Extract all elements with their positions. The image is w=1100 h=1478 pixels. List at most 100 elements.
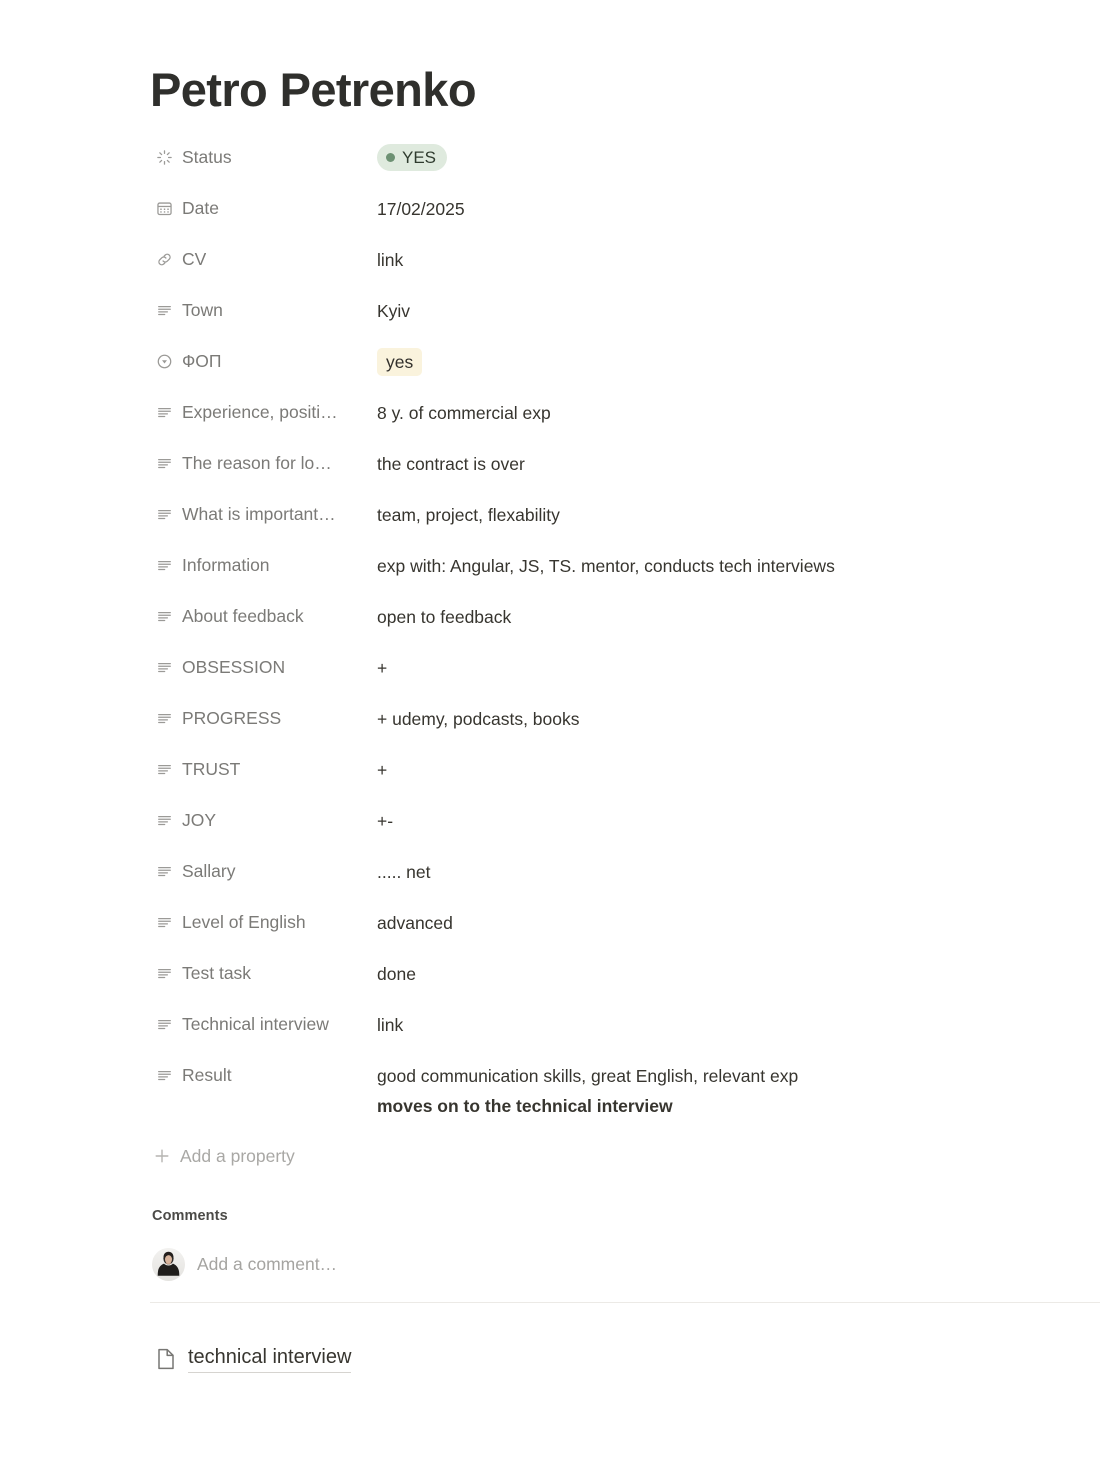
property-value-cell[interactable]: link — [377, 1010, 1050, 1039]
property-label-cell[interactable]: CV — [150, 245, 377, 273]
property-label-cell[interactable]: Sallary — [150, 857, 377, 885]
property-value-cell[interactable]: + udemy, podcasts, books — [377, 704, 1050, 733]
property-value-text: open to feedback — [377, 607, 512, 627]
add-property-button[interactable]: Add a property — [152, 1141, 295, 1171]
plus-icon — [152, 1146, 172, 1166]
property-label-cell[interactable]: Information — [150, 551, 377, 579]
notion-page: Petro Petrenko Status YES Date 17/02/2025 … — [0, 0, 1100, 1478]
property-value-cell[interactable]: ..... net — [377, 857, 1050, 886]
property-name: Status — [182, 147, 232, 167]
property-value-cell[interactable]: + — [377, 755, 1050, 784]
property-label-cell[interactable]: PROGRESS — [150, 704, 377, 732]
text-lines-icon — [155, 505, 173, 523]
property-value-cell[interactable]: Kyiv — [377, 296, 1050, 325]
property-value-cell[interactable]: advanced — [377, 908, 1050, 937]
property-row: Sallary ..... net — [150, 857, 1050, 890]
property-value-text: exp with: Angular, JS, TS. mentor, condu… — [377, 556, 835, 576]
property-value-cell[interactable]: team, project, flexability — [377, 500, 1050, 529]
avatar — [152, 1248, 185, 1281]
property-name: CV — [182, 249, 207, 269]
page-title[interactable]: Petro Petrenko — [150, 62, 477, 117]
comments-heading: Comments — [152, 1208, 228, 1224]
property-row: Date 17/02/2025 — [150, 194, 1050, 227]
text-lines-icon — [155, 1066, 173, 1084]
property-value-cell[interactable]: done — [377, 959, 1050, 988]
text-lines-icon — [155, 913, 173, 931]
property-label-cell[interactable]: Test task — [150, 959, 377, 987]
property-name: Level of English — [182, 912, 306, 932]
property-row: Result good communication skills, great E… — [150, 1061, 1050, 1120]
property-label-cell[interactable]: JOY — [150, 806, 377, 834]
section-divider — [150, 1302, 1100, 1303]
property-name: About feedback — [182, 606, 304, 626]
property-value-multiline: good communication skills, great English… — [377, 1062, 798, 1120]
property-value-cell[interactable]: 8 y. of commercial exp — [377, 398, 1050, 427]
property-row: The reason for lo… the contract is over — [150, 449, 1050, 482]
page-link-technical-interview[interactable]: technical interview — [154, 1345, 352, 1373]
status-badge: YES — [377, 144, 448, 171]
property-label-cell[interactable]: About feedback — [150, 602, 377, 630]
property-name: What is important… — [182, 504, 336, 524]
page-link-label: technical interview — [188, 1345, 352, 1373]
property-value-cell[interactable]: exp with: Angular, JS, TS. mentor, condu… — [377, 551, 1050, 580]
property-row: Information exp with: Angular, JS, TS. me… — [150, 551, 1050, 584]
property-label-cell[interactable]: ФОП — [150, 347, 377, 375]
property-name: Sallary — [182, 861, 236, 881]
property-label-cell[interactable]: Level of English — [150, 908, 377, 936]
property-label-cell[interactable]: Date — [150, 194, 377, 222]
property-value-cell[interactable]: link — [377, 245, 1050, 274]
text-lines-icon — [155, 862, 173, 880]
text-lines-icon — [155, 403, 173, 421]
property-name: ФОП — [182, 351, 222, 371]
select-tag: yes — [377, 348, 423, 376]
text-lines-icon — [155, 301, 173, 319]
property-row: ФОП yes — [150, 347, 1050, 380]
text-lines-icon — [155, 658, 173, 676]
property-row: CV link — [150, 245, 1050, 278]
property-row: About feedback open to feedback — [150, 602, 1050, 635]
property-row: TRUST + — [150, 755, 1050, 788]
property-value-cell[interactable]: 17/02/2025 — [377, 194, 1050, 223]
property-label-cell[interactable]: OBSESSION — [150, 653, 377, 681]
property-value-cell[interactable]: +- — [377, 806, 1050, 835]
property-value-text: ..... net — [377, 862, 431, 882]
property-value-text: link — [377, 1015, 404, 1035]
property-value-cell[interactable]: + — [377, 653, 1050, 682]
property-value-cell[interactable]: the contract is over — [377, 449, 1050, 478]
calendar-icon — [155, 199, 173, 217]
property-value-cell[interactable]: YES — [377, 143, 1050, 171]
comment-composer[interactable]: Add a comment… — [152, 1248, 337, 1281]
property-name: Information — [182, 555, 270, 575]
property-row: Level of English advanced — [150, 908, 1050, 941]
property-label-cell[interactable]: Status — [150, 143, 377, 171]
property-name: JOY — [182, 810, 217, 830]
comment-input-placeholder[interactable]: Add a comment… — [197, 1254, 337, 1275]
property-label-cell[interactable]: Town — [150, 296, 377, 324]
property-label-cell[interactable]: Result — [150, 1061, 377, 1089]
property-label-cell[interactable]: Experience, positi… — [150, 398, 377, 426]
property-value-cell[interactable]: yes — [377, 347, 1050, 376]
property-name: The reason for lo… — [182, 453, 332, 473]
property-value-text: team, project, flexability — [377, 505, 560, 525]
property-label-cell[interactable]: TRUST — [150, 755, 377, 783]
property-value-cell[interactable]: open to feedback — [377, 602, 1050, 631]
text-lines-icon — [155, 964, 173, 982]
property-value-text: advanced — [377, 913, 453, 933]
property-value-text: link — [377, 250, 404, 270]
property-name: Technical interview — [182, 1014, 329, 1034]
property-label-cell[interactable]: What is important… — [150, 500, 377, 528]
select-circle-icon — [155, 352, 173, 370]
property-value-text: +- — [377, 811, 394, 831]
property-row: Town Kyiv — [150, 296, 1050, 329]
property-value-cell[interactable]: good communication skills, great English… — [377, 1061, 1050, 1120]
text-lines-icon — [155, 1015, 173, 1033]
add-property-label: Add a property — [180, 1145, 295, 1166]
property-label-cell[interactable]: Technical interview — [150, 1010, 377, 1038]
property-row: OBSESSION + — [150, 653, 1050, 686]
property-name: Town — [182, 300, 223, 320]
property-name: TRUST — [182, 759, 241, 779]
property-label-cell[interactable]: The reason for lo… — [150, 449, 377, 477]
property-row: Test task done — [150, 959, 1050, 992]
property-value-text: the contract is over — [377, 454, 525, 474]
properties-list: Status YES Date 17/02/2025 CV link Town Kyiv… — [150, 143, 1050, 1138]
